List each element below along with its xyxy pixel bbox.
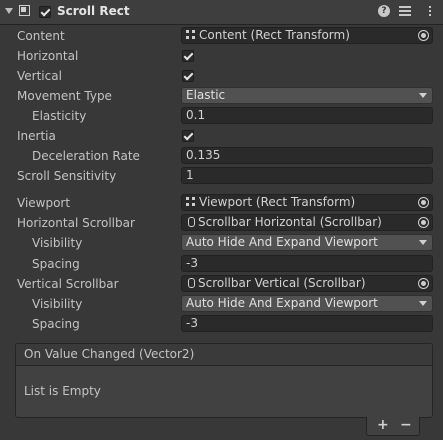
deceleration-rate-input[interactable]: 0.135 (181, 147, 433, 164)
vertical-visibility-value: Auto Hide And Expand Viewport (186, 296, 378, 310)
vertical-visibility-dropdown[interactable]: Auto Hide And Expand Viewport (181, 295, 433, 312)
deceleration-rate-label: Deceleration Rate (32, 149, 140, 163)
event-footer: + − (366, 417, 420, 436)
vertical-row: Vertical (0, 67, 443, 87)
presets-icon[interactable] (399, 5, 411, 17)
checkmark-icon (183, 50, 194, 61)
vertical-visibility-row: Visibility Auto Hide And Expand Viewport (0, 295, 443, 315)
object-picker-icon[interactable] (418, 217, 429, 228)
vertical-spacing-label: Spacing (32, 317, 80, 331)
context-menu-icon[interactable] (424, 5, 436, 17)
vertical-scrollbar-label: Vertical Scrollbar (17, 277, 119, 291)
viewport-object-field[interactable]: Viewport (Rect Transform) (181, 194, 433, 211)
content-row: Content Content (Rect Transform) (0, 27, 443, 47)
movement-type-label: Movement Type (17, 89, 112, 103)
horizontal-spacing-row: Spacing -3 (0, 255, 443, 275)
scrollbar-icon (188, 217, 195, 227)
component-enabled-checkbox[interactable] (39, 6, 51, 18)
add-listener-button[interactable]: + (377, 417, 389, 433)
horizontal-label: Horizontal (17, 49, 79, 63)
inertia-checkbox[interactable] (182, 130, 194, 142)
content-value: Content (Rect Transform) (199, 28, 350, 42)
object-picker-icon[interactable] (418, 278, 429, 289)
viewport-value: Viewport (Rect Transform) (199, 195, 356, 209)
component-title: Scroll Rect (57, 4, 130, 18)
elasticity-input[interactable]: 0.1 (181, 107, 433, 124)
checkmark-icon (183, 130, 194, 141)
horizontal-visibility-row: Visibility Auto Hide And Expand Viewport (0, 234, 443, 254)
vertical-label: Vertical (17, 69, 62, 83)
viewport-row: Viewport Viewport (Rect Transform) (0, 194, 443, 214)
rect-transform-icon (186, 197, 196, 207)
vertical-scrollbar-row: Vertical Scrollbar Scrollbar Vertical (S… (0, 275, 443, 295)
horizontal-spacing-input[interactable]: -3 (181, 255, 433, 272)
horizontal-visibility-dropdown[interactable]: Auto Hide And Expand Viewport (181, 234, 433, 251)
rect-transform-icon (186, 30, 196, 40)
remove-listener-button[interactable]: − (400, 417, 412, 433)
dropdown-caret-icon (419, 93, 427, 98)
content-object-field[interactable]: Content (Rect Transform) (181, 27, 433, 44)
event-header: On Value Changed (Vector2) (16, 344, 432, 366)
scroll-sensitivity-label: Scroll Sensitivity (17, 169, 117, 183)
horizontal-row: Horizontal (0, 47, 443, 67)
vertical-spacing-input[interactable]: -3 (181, 315, 433, 332)
object-picker-icon[interactable] (418, 30, 429, 41)
component-header: Scroll Rect ? (0, 0, 443, 25)
horizontal-visibility-value: Auto Hide And Expand Viewport (186, 235, 378, 249)
movement-type-dropdown[interactable]: Elastic (181, 87, 433, 104)
scrollbar-icon (188, 278, 195, 288)
elasticity-label: Elasticity (32, 109, 87, 123)
horizontal-scrollbar-object-field[interactable]: Scrollbar Horizontal (Scrollbar) (181, 214, 433, 231)
vertical-scrollbar-value: Scrollbar Vertical (Scrollbar) (198, 276, 366, 290)
vertical-spacing-row: Spacing -3 (0, 315, 443, 335)
dropdown-caret-icon (419, 240, 427, 245)
vertical-scrollbar-object-field[interactable]: Scrollbar Vertical (Scrollbar) (181, 275, 433, 292)
horizontal-visibility-label: Visibility (32, 236, 83, 250)
help-icon[interactable]: ? (378, 5, 390, 17)
content-label: Content (17, 29, 65, 43)
scroll-sensitivity-input[interactable]: 1 (181, 167, 433, 184)
dropdown-caret-icon (419, 301, 427, 306)
scroll-sensitivity-row: Scroll Sensitivity 1 (0, 167, 443, 187)
event-title: On Value Changed (Vector2) (24, 347, 195, 361)
foldout-arrow-icon[interactable] (5, 8, 13, 14)
horizontal-spacing-label: Spacing (32, 257, 80, 271)
horizontal-scrollbar-value: Scrollbar Horizontal (Scrollbar) (198, 215, 382, 229)
object-picker-icon[interactable] (418, 197, 429, 208)
deceleration-rate-row: Deceleration Rate 0.135 (0, 147, 443, 167)
checkmark-icon (40, 6, 51, 17)
vertical-visibility-label: Visibility (32, 297, 83, 311)
viewport-label: Viewport (17, 196, 71, 210)
movement-type-value: Elastic (186, 88, 226, 102)
checkmark-icon (183, 70, 194, 81)
horizontal-scrollbar-label: Horizontal Scrollbar (17, 216, 135, 230)
inertia-row: Inertia (0, 127, 443, 147)
event-empty-text: List is Empty (24, 384, 101, 398)
horizontal-checkbox[interactable] (182, 50, 194, 62)
elasticity-row: Elasticity 0.1 (0, 107, 443, 127)
vertical-checkbox[interactable] (182, 70, 194, 82)
movement-type-row: Movement Type Elastic (0, 87, 443, 107)
horizontal-scrollbar-row: Horizontal Scrollbar Scrollbar Horizonta… (0, 214, 443, 234)
on-value-changed-event: On Value Changed (Vector2) List is Empty (15, 343, 433, 418)
scroll-rect-component-icon (19, 5, 30, 16)
inertia-label: Inertia (17, 129, 56, 143)
